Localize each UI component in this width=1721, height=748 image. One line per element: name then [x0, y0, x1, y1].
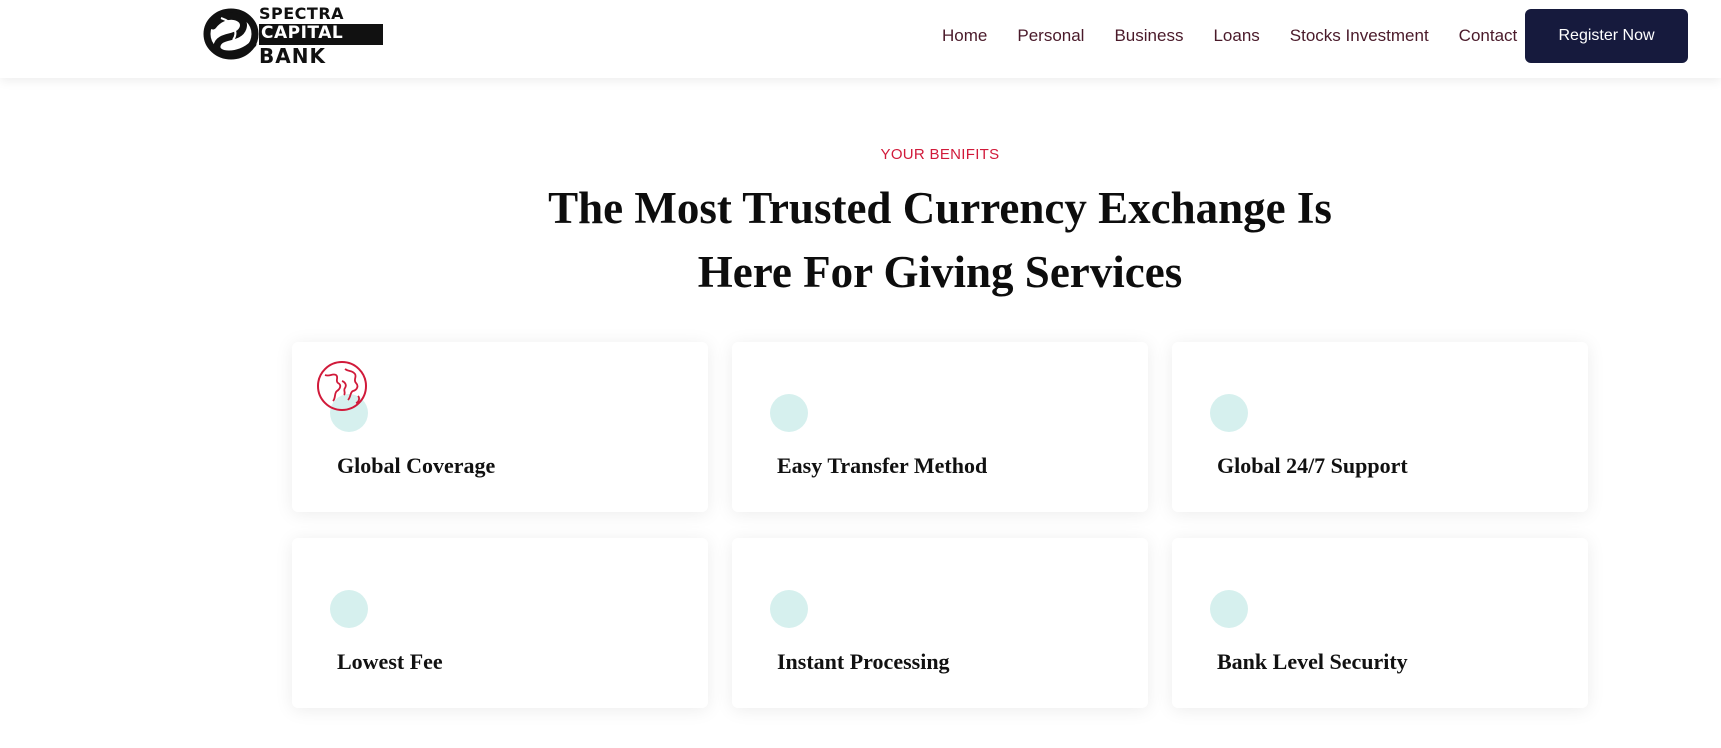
feature-title: Easy Transfer Method — [777, 453, 988, 478]
main-nav: Home Personal Business Loans Stocks Inve… — [942, 26, 1547, 46]
site-header: SPECTRA CAPITAL BANK Home Personal Busin… — [0, 0, 1721, 78]
nav-personal[interactable]: Personal — [1017, 26, 1084, 46]
feature-icon-bg — [770, 590, 808, 628]
feature-card-global-support[interactable]: Global 24/7 Support — [1172, 342, 1588, 512]
nav-stocks-investment[interactable]: Stocks Investment — [1290, 26, 1429, 46]
globe-icon — [317, 361, 367, 411]
feature-icon-bg — [330, 590, 368, 628]
feature-title: Instant Processing — [777, 649, 950, 674]
nav-loans[interactable]: Loans — [1213, 26, 1259, 46]
section-title: The Most Trusted Currency Exchange Is He… — [0, 176, 1721, 304]
feature-icon-bg — [1210, 394, 1248, 432]
spectra-capital-bank-logo[interactable]: SPECTRA CAPITAL BANK — [203, 4, 383, 68]
logo-line-capital: CAPITAL — [259, 24, 383, 45]
feature-card-instant-processing[interactable]: Instant Processing — [732, 538, 1148, 708]
section-title-line2: Here For Giving Services — [697, 247, 1183, 297]
feature-title: Global Coverage — [337, 453, 496, 478]
section-eyebrow: YOUR BENIFITS — [880, 146, 1000, 163]
feature-title: Lowest Fee — [337, 649, 443, 674]
nav-business[interactable]: Business — [1114, 26, 1183, 46]
section-title-line1: The Most Trusted Currency Exchange Is — [548, 183, 1332, 233]
nav-contact[interactable]: Contact — [1459, 26, 1518, 46]
feature-card-global-coverage[interactable]: Global Coverage — [292, 342, 708, 512]
logo-swirl-icon — [203, 8, 259, 60]
feature-icon-bg — [1210, 590, 1248, 628]
logo-line-spectra: SPECTRA — [259, 4, 345, 23]
feature-card-easy-transfer[interactable]: Easy Transfer Method — [732, 342, 1148, 512]
logo-line-bank: BANK — [259, 44, 326, 68]
register-now-button[interactable]: Register Now — [1525, 9, 1688, 63]
feature-title: Bank Level Security — [1217, 649, 1408, 674]
nav-home[interactable]: Home — [942, 26, 987, 46]
logo-wordmark: SPECTRA CAPITAL BANK — [259, 6, 383, 67]
feature-title: Global 24/7 Support — [1217, 453, 1408, 478]
feature-card-lowest-fee[interactable]: Lowest Fee — [292, 538, 708, 708]
feature-card-bank-security[interactable]: Bank Level Security — [1172, 538, 1588, 708]
feature-icon-bg — [770, 394, 808, 432]
